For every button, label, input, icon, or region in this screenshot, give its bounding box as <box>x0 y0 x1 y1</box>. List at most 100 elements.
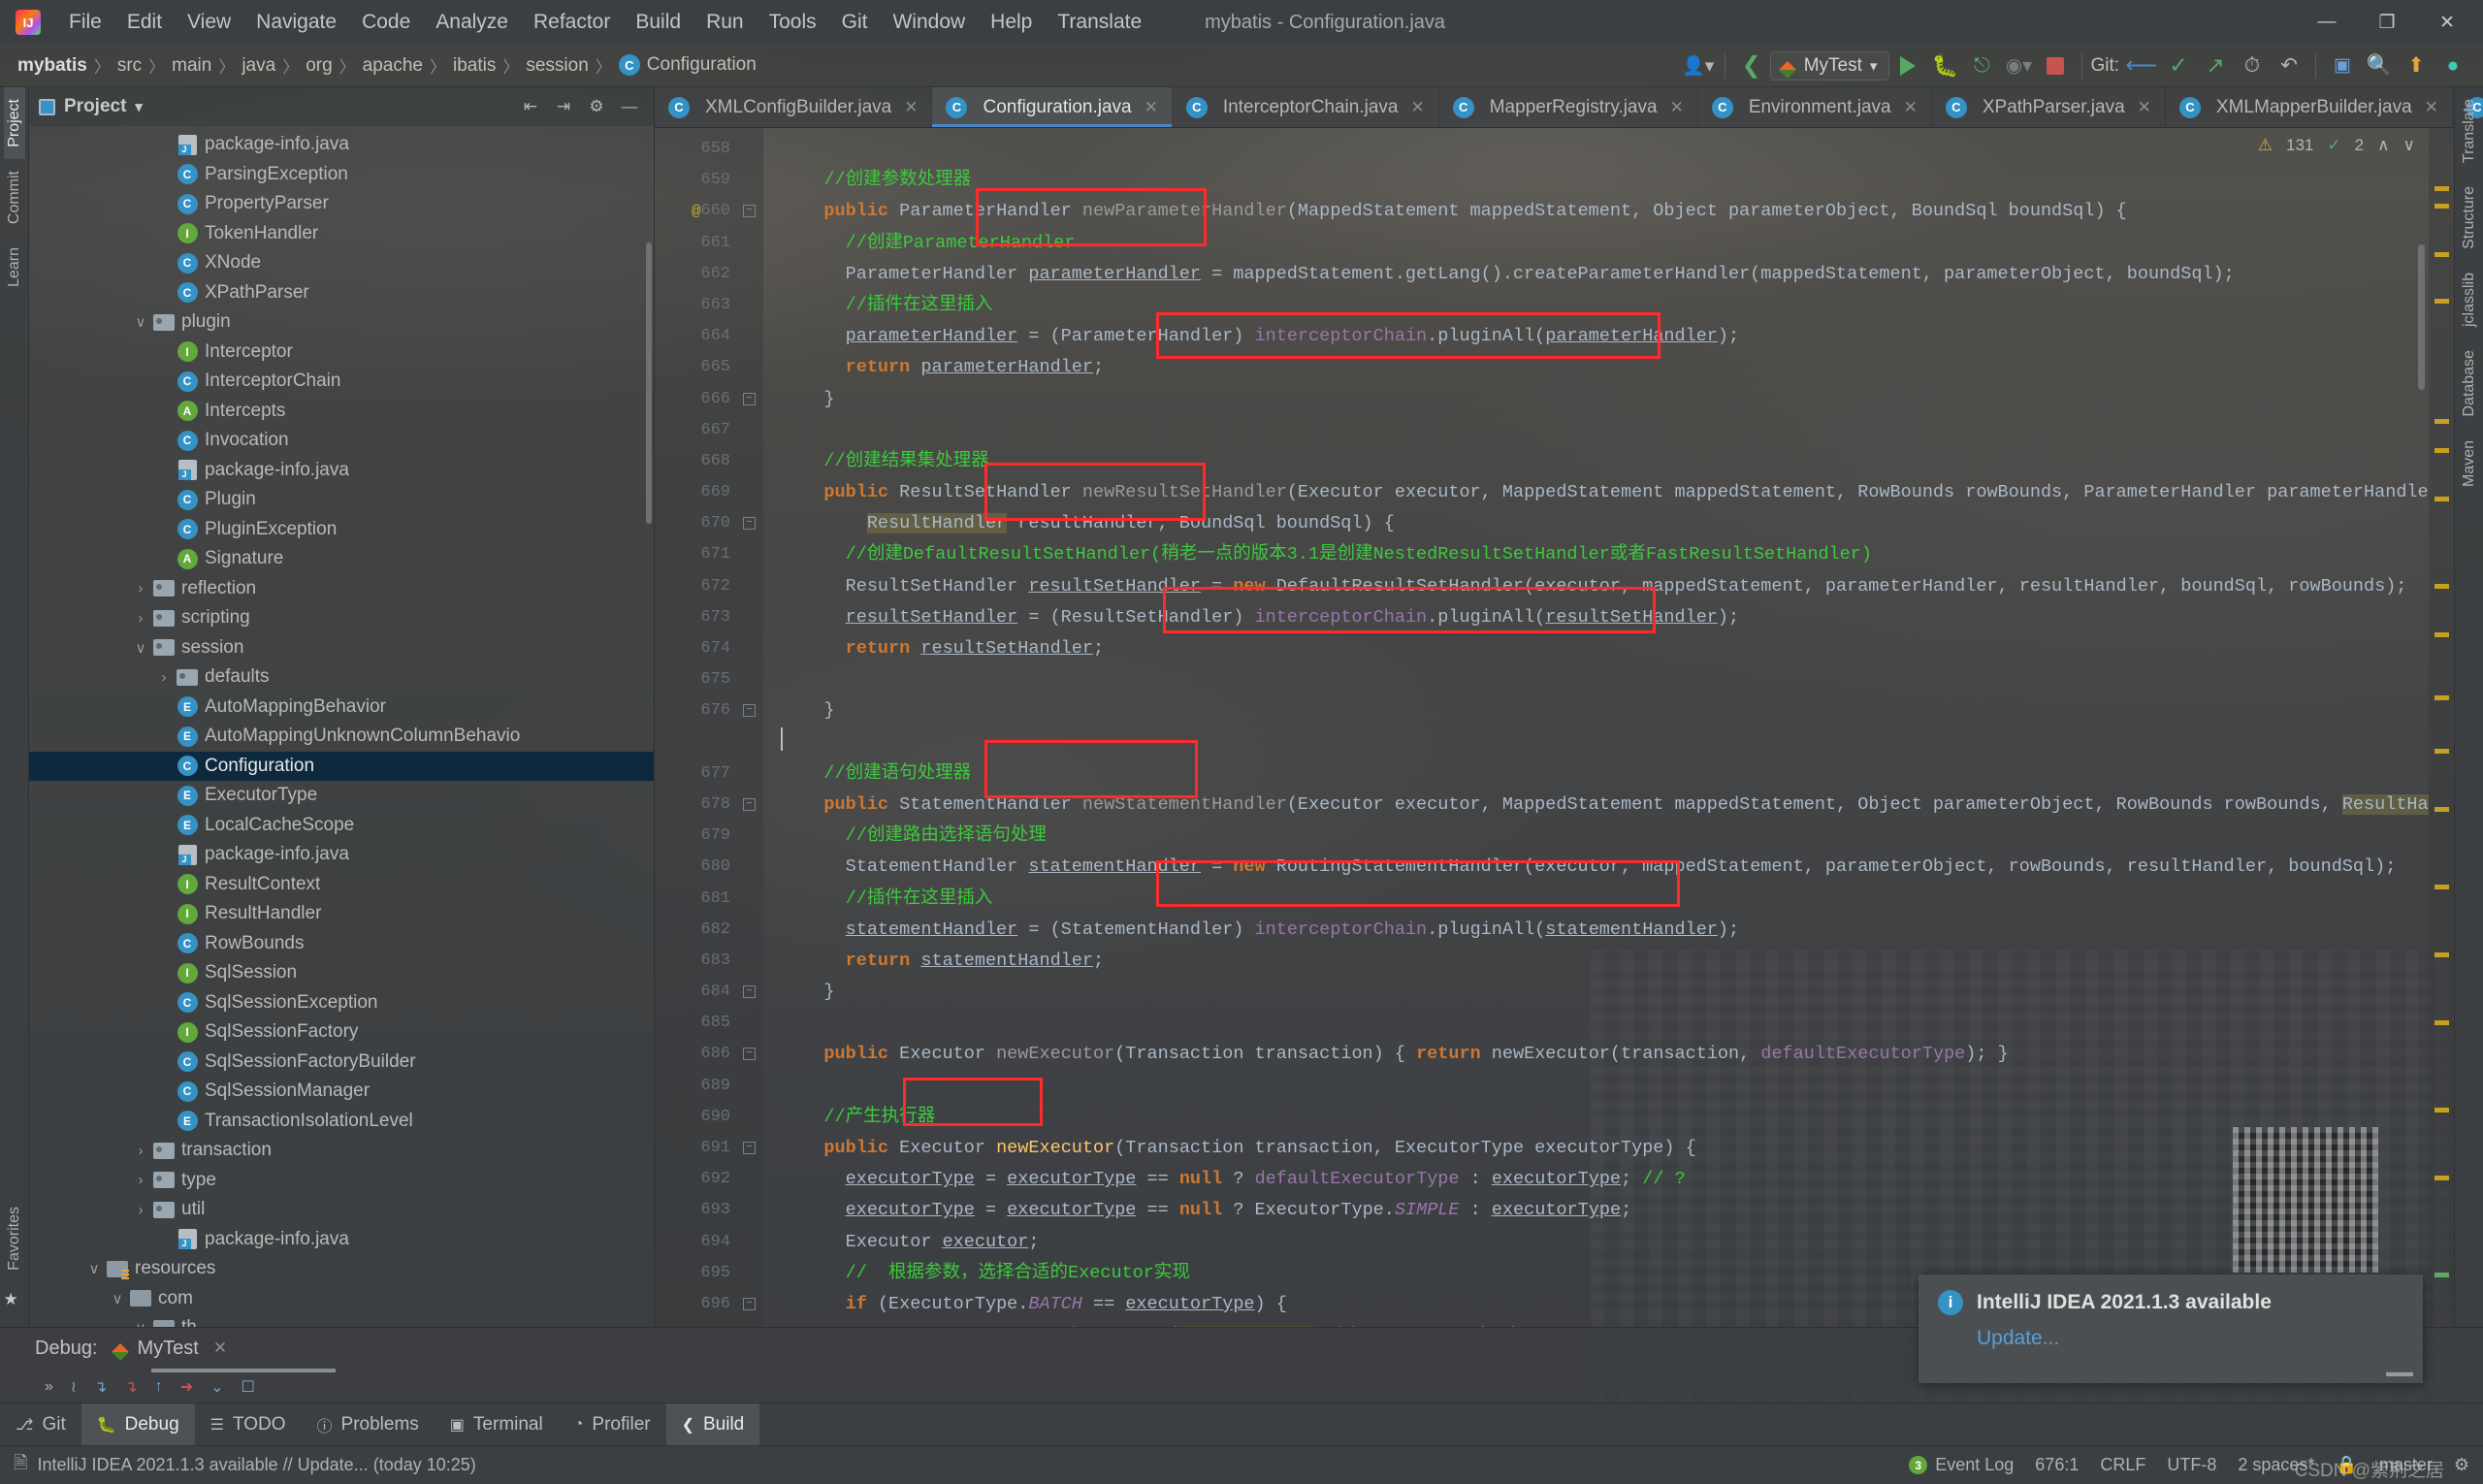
tool-tab-terminal[interactable]: ▣ Terminal <box>435 1403 559 1445</box>
close-icon[interactable]: ✕ <box>1145 98 1158 117</box>
code-line[interactable]: executorType = executorType == null ? de… <box>763 1164 2429 1195</box>
undo-icon[interactable]: ↶ <box>2271 48 2307 83</box>
chevron-up-icon[interactable]: ∧ <box>2377 136 2389 155</box>
tree-item-defaults[interactable]: › defaults <box>29 662 654 693</box>
menu-git[interactable]: Git <box>829 7 881 38</box>
tree-item-session[interactable]: ∨ session <box>29 633 654 663</box>
back-arrow-icon[interactable]: ❮ <box>1733 48 1770 83</box>
code-line[interactable]: } <box>763 977 2429 1008</box>
rail-tab-favorites[interactable]: Favorites <box>4 1195 25 1282</box>
line-number[interactable]: 680 <box>655 852 763 883</box>
editor-tab-environment-java[interactable]: C Environment.java ✕ <box>1698 87 1932 127</box>
history-clock-icon[interactable]: ⏱ <box>2234 48 2271 83</box>
code-line[interactable]: public StatementHandler newStatementHand… <box>763 790 2429 821</box>
tree-item-automappingbehavior[interactable]: E AutoMappingBehavior <box>29 693 654 723</box>
close-icon[interactable]: ✕ <box>1904 98 1918 117</box>
line-number[interactable]: 685 <box>655 1008 763 1039</box>
tree-item-sqlsessionmanager[interactable]: C SqlSessionManager <box>29 1077 654 1107</box>
search-everywhere-icon[interactable]: 🔍 <box>2361 48 2398 83</box>
event-log-button[interactable]: 3 Event Log <box>1909 1455 2014 1475</box>
code-line[interactable]: //创建参数处理器 <box>763 165 2429 196</box>
breadcrumb-ibatis[interactable]: ibatis <box>447 55 501 77</box>
chevron-down-icon[interactable]: ∨ <box>130 639 151 657</box>
tree-item-transaction[interactable]: › transaction <box>29 1136 654 1166</box>
collapse-all-icon[interactable]: ⇥ <box>549 93 578 120</box>
code-line[interactable]: executorType = executorType == null ? Ex… <box>763 1195 2429 1226</box>
line-number[interactable]: 670− <box>655 508 763 539</box>
ide-feature-icon[interactable]: ● <box>2435 48 2471 83</box>
code-line[interactable]: //产生执行器 <box>763 1102 2429 1133</box>
menu-code[interactable]: Code <box>349 7 423 38</box>
file-encoding[interactable]: UTF-8 <box>2167 1455 2216 1475</box>
rail-tab-database[interactable]: Database <box>2459 339 2480 429</box>
settings-gear-icon[interactable]: ⚙ <box>582 93 611 120</box>
code-line[interactable]: //创建语句处理器 <box>763 758 2429 790</box>
menu-refactor[interactable]: Refactor <box>521 7 623 38</box>
tree-item-package-info-java[interactable]: package-info.java <box>29 1225 654 1255</box>
line-number[interactable]: 665 <box>655 352 763 383</box>
settings-gear-icon[interactable]: ⚙ <box>2454 1455 2469 1475</box>
tool-tab-debug[interactable]: 🐛 Debug <box>81 1403 195 1445</box>
editor-tab-xmlmapperbuilder-java[interactable]: C XMLMapperBuilder.java ✕ <box>2166 87 2453 127</box>
layout-icon[interactable]: ☐ <box>242 1377 255 1397</box>
chevron-right-icon[interactable]: › <box>130 580 151 597</box>
rail-tab-maven[interactable]: Maven <box>2459 429 2480 499</box>
chevron-right-icon[interactable]: › <box>130 1143 151 1159</box>
breadcrumb-session[interactable]: session <box>520 55 594 77</box>
menu-edit[interactable]: Edit <box>114 7 175 38</box>
rail-tab-commit[interactable]: Commit <box>4 159 25 236</box>
code-line[interactable]: public Executor newExecutor(Transaction … <box>763 1039 2429 1070</box>
menu-view[interactable]: View <box>175 7 243 38</box>
menu-analyze[interactable]: Analyze <box>423 7 521 38</box>
tree-item-pluginexception[interactable]: C PluginException <box>29 515 654 545</box>
git-update-project-icon[interactable]: ⟵ <box>2123 48 2160 83</box>
code-line[interactable]: //插件在这里插入 <box>763 290 2429 321</box>
code-line[interactable]: return parameterHandler; <box>763 352 2429 383</box>
code-fold-icon[interactable]: − <box>743 392 756 405</box>
tree-item-rowbounds[interactable]: C RowBounds <box>29 929 654 959</box>
code-line[interactable]: parameterHandler = (ParameterHandler) in… <box>763 321 2429 352</box>
chevron-down-icon[interactable]: ∨ <box>130 313 151 331</box>
rail-tab-project[interactable]: Project <box>3 87 25 159</box>
rail-tab-jclasslib[interactable]: jclasslib <box>2459 261 2480 339</box>
code-line[interactable]: //插件在这里插入 <box>763 884 2429 915</box>
breadcrumb-java[interactable]: java <box>236 55 281 77</box>
menu-tools[interactable]: Tools <box>757 7 829 38</box>
expand-all-icon[interactable]: ⇤ <box>516 93 545 120</box>
code-line[interactable]: //创建ParameterHandler <box>763 228 2429 259</box>
line-number[interactable]: 675 <box>655 664 763 695</box>
notification-update-link[interactable]: Update... <box>1977 1327 2403 1350</box>
tree-item-scripting[interactable]: › scripting <box>29 603 654 633</box>
menu-window[interactable]: Window <box>880 7 978 38</box>
code-line[interactable]: //创建结果集处理器 <box>763 446 2429 477</box>
close-icon[interactable]: ✕ <box>904 98 918 117</box>
code-line[interactable] <box>763 726 2429 758</box>
code-line[interactable]: ResultHandler resultHandler, BoundSql bo… <box>763 508 2429 539</box>
code-fold-icon[interactable]: − <box>743 205 756 218</box>
line-number[interactable]: 681 <box>655 884 763 915</box>
line-number[interactable]: 693 <box>655 1195 763 1226</box>
code-line[interactable]: } <box>763 384 2429 415</box>
line-number[interactable]: 668 <box>655 446 763 477</box>
git-push-icon[interactable]: ↗ <box>2197 48 2234 83</box>
notification-balloon[interactable]: i IntelliJ IDEA 2021.1.3 available Updat… <box>1919 1274 2423 1383</box>
editor-tab-interceptorchain-java[interactable]: C InterceptorChain.java ✕ <box>1173 87 1439 127</box>
line-number[interactable]: 694 <box>655 1227 763 1258</box>
line-number[interactable]: 690 <box>655 1102 763 1133</box>
tool-tab-problems[interactable]: ⓘ Problems <box>302 1403 435 1445</box>
line-number[interactable]: 662 <box>655 259 763 290</box>
code-line[interactable]: ParameterHandler parameterHandler = mapp… <box>763 259 2429 290</box>
code-line[interactable] <box>763 1071 2429 1102</box>
tree-item-resulthandler[interactable]: I ResultHandler <box>29 899 654 929</box>
code-line[interactable]: public ParameterHandler newParameterHand… <box>763 196 2429 227</box>
line-number[interactable]: 676− <box>655 695 763 726</box>
code-fold-icon[interactable]: − <box>743 1297 756 1310</box>
rail-tab-structure[interactable]: Structure <box>2459 175 2480 261</box>
code-line[interactable]: //创建路由选择语句处理 <box>763 821 2429 852</box>
code-line[interactable]: resultSetHandler = (ResultSetHandler) in… <box>763 602 2429 633</box>
notification-minimize-icon[interactable]: ▬▬ <box>2386 1364 2413 1379</box>
code-fold-icon[interactable]: − <box>743 985 756 999</box>
tree-item-resultcontext[interactable]: I ResultContext <box>29 870 654 900</box>
project-panel-title[interactable]: Project ▾ <box>39 96 143 117</box>
line-number[interactable]: 686− <box>655 1039 763 1070</box>
